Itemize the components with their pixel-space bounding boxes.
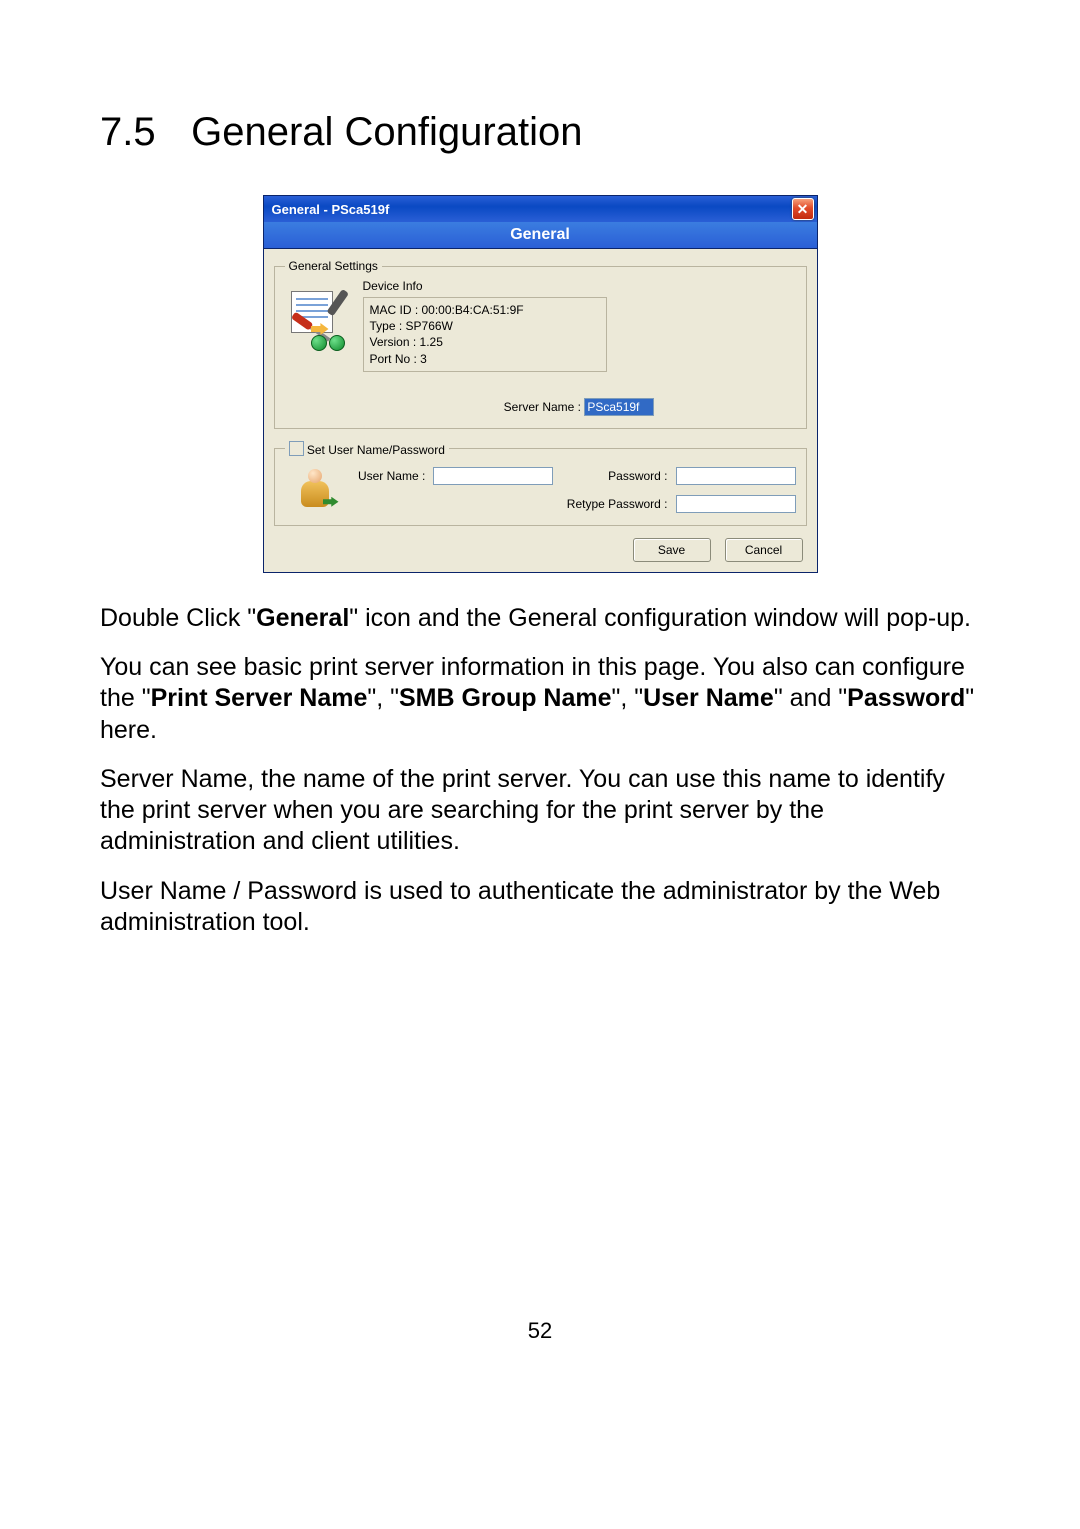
page-number: 52 [100, 1318, 980, 1344]
user-pass-legend: Set User Name/Password [285, 441, 449, 457]
t: Print Server Name [151, 684, 368, 712]
close-icon: ✕ [797, 201, 809, 218]
section-heading: 7.5 General Configuration [100, 110, 980, 155]
t: ", " [367, 684, 399, 712]
t: SMB Group Name [399, 684, 612, 712]
server-name-input[interactable] [584, 398, 654, 416]
device-settings-icon [291, 291, 349, 349]
section-title: General Configuration [191, 110, 582, 154]
t: User Name / Password is used to authenti… [100, 876, 980, 939]
section-banner: General [264, 222, 817, 249]
t: User Name [643, 684, 774, 712]
t: " and " [774, 684, 847, 712]
t: General [256, 604, 349, 632]
t: Server Name, the name of the print serve… [100, 764, 980, 858]
t: ", " [612, 684, 644, 712]
body-text: Double Click "General" icon and the Gene… [100, 603, 980, 938]
general-settings-group: General Settings [274, 259, 807, 429]
device-port: Port No : 3 [370, 351, 600, 367]
user-name-label: User Name : [353, 469, 426, 483]
user-pass-group: Set User Name/Password User Name : Passw… [274, 441, 807, 526]
device-type: Type : SP766W [370, 318, 600, 334]
user-icon [299, 469, 335, 511]
general-settings-legend: General Settings [285, 259, 382, 273]
server-name-label: Server Name : [504, 400, 581, 414]
retype-password-label: Retype Password : [561, 497, 667, 511]
device-mac: MAC ID : 00:00:B4:CA:51:9F [370, 302, 600, 318]
device-info-box: MAC ID : 00:00:B4:CA:51:9F Type : SP766W… [363, 297, 607, 372]
section-number: 7.5 [100, 110, 180, 155]
password-label: Password : [561, 469, 667, 483]
close-button[interactable]: ✕ [792, 198, 814, 220]
cancel-button[interactable]: Cancel [725, 538, 803, 562]
password-input[interactable] [676, 467, 796, 485]
t: Password [847, 684, 965, 712]
save-button[interactable]: Save [633, 538, 711, 562]
t: Double Click " [100, 604, 256, 632]
window-title: General - PSca519f [272, 202, 390, 217]
retype-password-input[interactable] [676, 495, 796, 513]
user-name-input[interactable] [433, 467, 553, 485]
dialog-screenshot: General - PSca519f ✕ General General Set… [263, 195, 818, 573]
device-info-label: Device Info [363, 279, 796, 293]
device-version: Version : 1.25 [370, 334, 600, 350]
titlebar: General - PSca519f ✕ [264, 196, 817, 222]
set-userpass-checkbox[interactable] [289, 441, 304, 456]
set-userpass-label: Set User Name/Password [307, 443, 445, 457]
general-config-window: General - PSca519f ✕ General General Set… [263, 195, 818, 573]
t: " icon and the General configuration win… [349, 604, 971, 632]
